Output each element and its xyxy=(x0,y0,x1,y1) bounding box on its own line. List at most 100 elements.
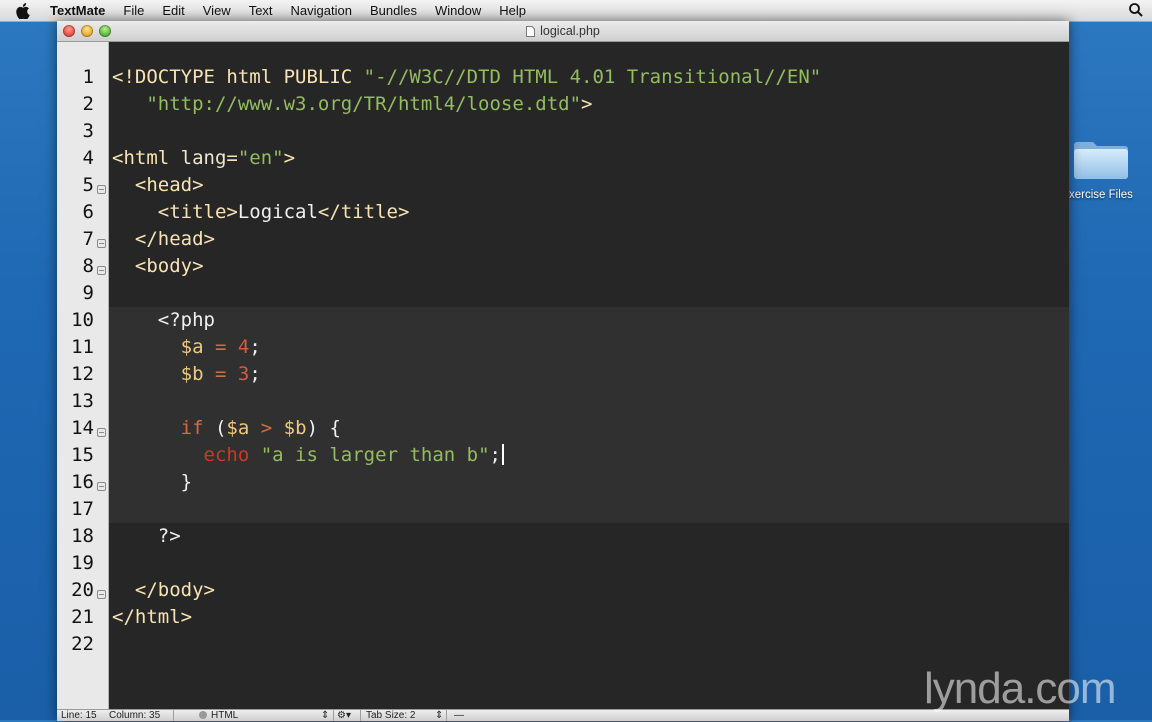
code-line[interactable]: <?php xyxy=(112,307,215,334)
menu-navigation[interactable]: Navigation xyxy=(282,0,361,21)
fold-marker-icon[interactable] xyxy=(97,262,106,275)
apple-icon[interactable] xyxy=(16,2,38,19)
code-token: <body> xyxy=(134,255,204,277)
code-token: <!DOCTYPE html PUBLIC xyxy=(112,66,364,88)
line-number: 9 xyxy=(82,282,94,304)
code-line[interactable]: $a = 4; xyxy=(112,334,261,361)
fold-marker-icon[interactable] xyxy=(97,181,106,194)
chevron-updown-icon[interactable]: ⇕ xyxy=(321,709,329,722)
lynda-watermark: lynda.com xyxy=(924,664,1117,713)
status-separator xyxy=(333,710,334,721)
code-token: > xyxy=(581,93,593,115)
status-column: Column: 35 xyxy=(109,710,161,721)
code-token: "a is larger than b" xyxy=(260,444,490,466)
code-token: 4 xyxy=(237,336,250,358)
menu-help[interactable]: Help xyxy=(490,0,535,21)
code-line[interactable]: } xyxy=(112,469,192,496)
fold-marker-icon[interactable] xyxy=(97,478,106,491)
code-line[interactable]: </body> xyxy=(112,577,215,604)
language-selector[interactable]: HTML xyxy=(199,709,238,722)
status-separator xyxy=(446,710,447,721)
folder-icon xyxy=(1073,136,1129,180)
window-title-text: logical.php xyxy=(540,24,600,38)
code-token: = xyxy=(214,336,227,358)
line-number: 3 xyxy=(82,120,94,142)
menu-view[interactable]: View xyxy=(194,0,240,21)
document-icon xyxy=(526,25,536,37)
code-token: "en" xyxy=(237,147,284,169)
line-number: 11 xyxy=(71,336,94,358)
status-bar: Line: 15 Column: 35 HTML ⇕ ⚙▾ Tab Size: … xyxy=(57,709,1069,721)
tab-size-selector[interactable]: Tab Size: 2 xyxy=(366,709,415,722)
code-line[interactable]: "http://www.w3.org/TR/html4/loose.dtd"> xyxy=(112,91,592,118)
fold-marker-icon[interactable] xyxy=(97,235,106,248)
status-separator xyxy=(360,710,361,721)
line-number: 12 xyxy=(71,363,94,385)
line-number: 13 xyxy=(71,390,94,412)
symbol-selector[interactable]: — xyxy=(454,709,464,722)
code-token: echo xyxy=(203,444,250,466)
code-token: <head> xyxy=(134,174,204,196)
code-token: lang xyxy=(180,147,227,169)
line-number: 16 xyxy=(71,471,94,493)
code-token: Logical xyxy=(237,201,318,223)
fold-marker-icon[interactable] xyxy=(97,586,106,599)
code-token: <title> xyxy=(157,201,238,223)
code-line[interactable]: <title>Logical</title> xyxy=(112,199,410,226)
code-token: = xyxy=(226,147,238,169)
language-icon xyxy=(199,711,207,719)
code-line[interactable]: ?> xyxy=(112,523,181,550)
code-line[interactable]: </head> xyxy=(112,226,215,253)
line-number: 2 xyxy=(82,93,94,115)
gear-icon[interactable]: ⚙▾ xyxy=(337,709,351,722)
menu-text[interactable]: Text xyxy=(240,0,282,21)
menu-edit[interactable]: Edit xyxy=(153,0,193,21)
code-line[interactable]: <body> xyxy=(112,253,204,280)
line-number-gutter[interactable]: 1 2 3 4 5 6 7 8 9 10 11 12 13 14 15 16 17 18 19 20 21 22 xyxy=(57,42,109,709)
fold-marker-icon[interactable] xyxy=(97,424,106,437)
code-token: ) { xyxy=(306,417,341,439)
line-number: 15 xyxy=(71,444,94,466)
menu-app-textmate[interactable]: TextMate xyxy=(46,0,114,21)
code-line[interactable]: echo "a is larger than b"; xyxy=(112,442,504,469)
chevron-updown-icon[interactable]: ⇕ xyxy=(435,709,443,722)
code-line[interactable]: if ($a > $b) { xyxy=(112,415,341,442)
code-token: if xyxy=(180,417,204,439)
menu-file[interactable]: File xyxy=(114,0,153,21)
code-token: = xyxy=(214,363,227,385)
line-number: 20 xyxy=(71,579,94,601)
code-token: <html xyxy=(112,147,181,169)
code-token: ?> xyxy=(157,525,181,547)
code-token: ( xyxy=(203,417,227,439)
code-line[interactable]: </html> xyxy=(112,604,192,631)
code-line[interactable]: <head> xyxy=(112,172,204,199)
code-line[interactable]: <!DOCTYPE html PUBLIC "-//W3C//DTD HTML … xyxy=(112,64,821,91)
code-line[interactable]: <html lang="en"> xyxy=(112,145,295,172)
code-token: ; xyxy=(249,336,261,358)
line-number: 6 xyxy=(82,201,94,223)
line-number: 17 xyxy=(71,498,94,520)
spotlight-search-icon[interactable] xyxy=(1128,2,1144,18)
code-token: $a xyxy=(226,417,250,439)
code-line[interactable]: $b = 3; xyxy=(112,361,261,388)
code-token: 3 xyxy=(237,363,250,385)
desktop-folder-exercise-files[interactable]: xercise Files xyxy=(1066,132,1152,212)
window-titlebar[interactable]: logical.php xyxy=(57,21,1069,42)
code-editor[interactable]: <!DOCTYPE html PUBLIC "-//W3C//DTD HTML … xyxy=(109,42,1069,709)
menu-bundles[interactable]: Bundles xyxy=(361,0,426,21)
menu-window[interactable]: Window xyxy=(426,0,490,21)
code-token: <?php xyxy=(157,309,215,331)
